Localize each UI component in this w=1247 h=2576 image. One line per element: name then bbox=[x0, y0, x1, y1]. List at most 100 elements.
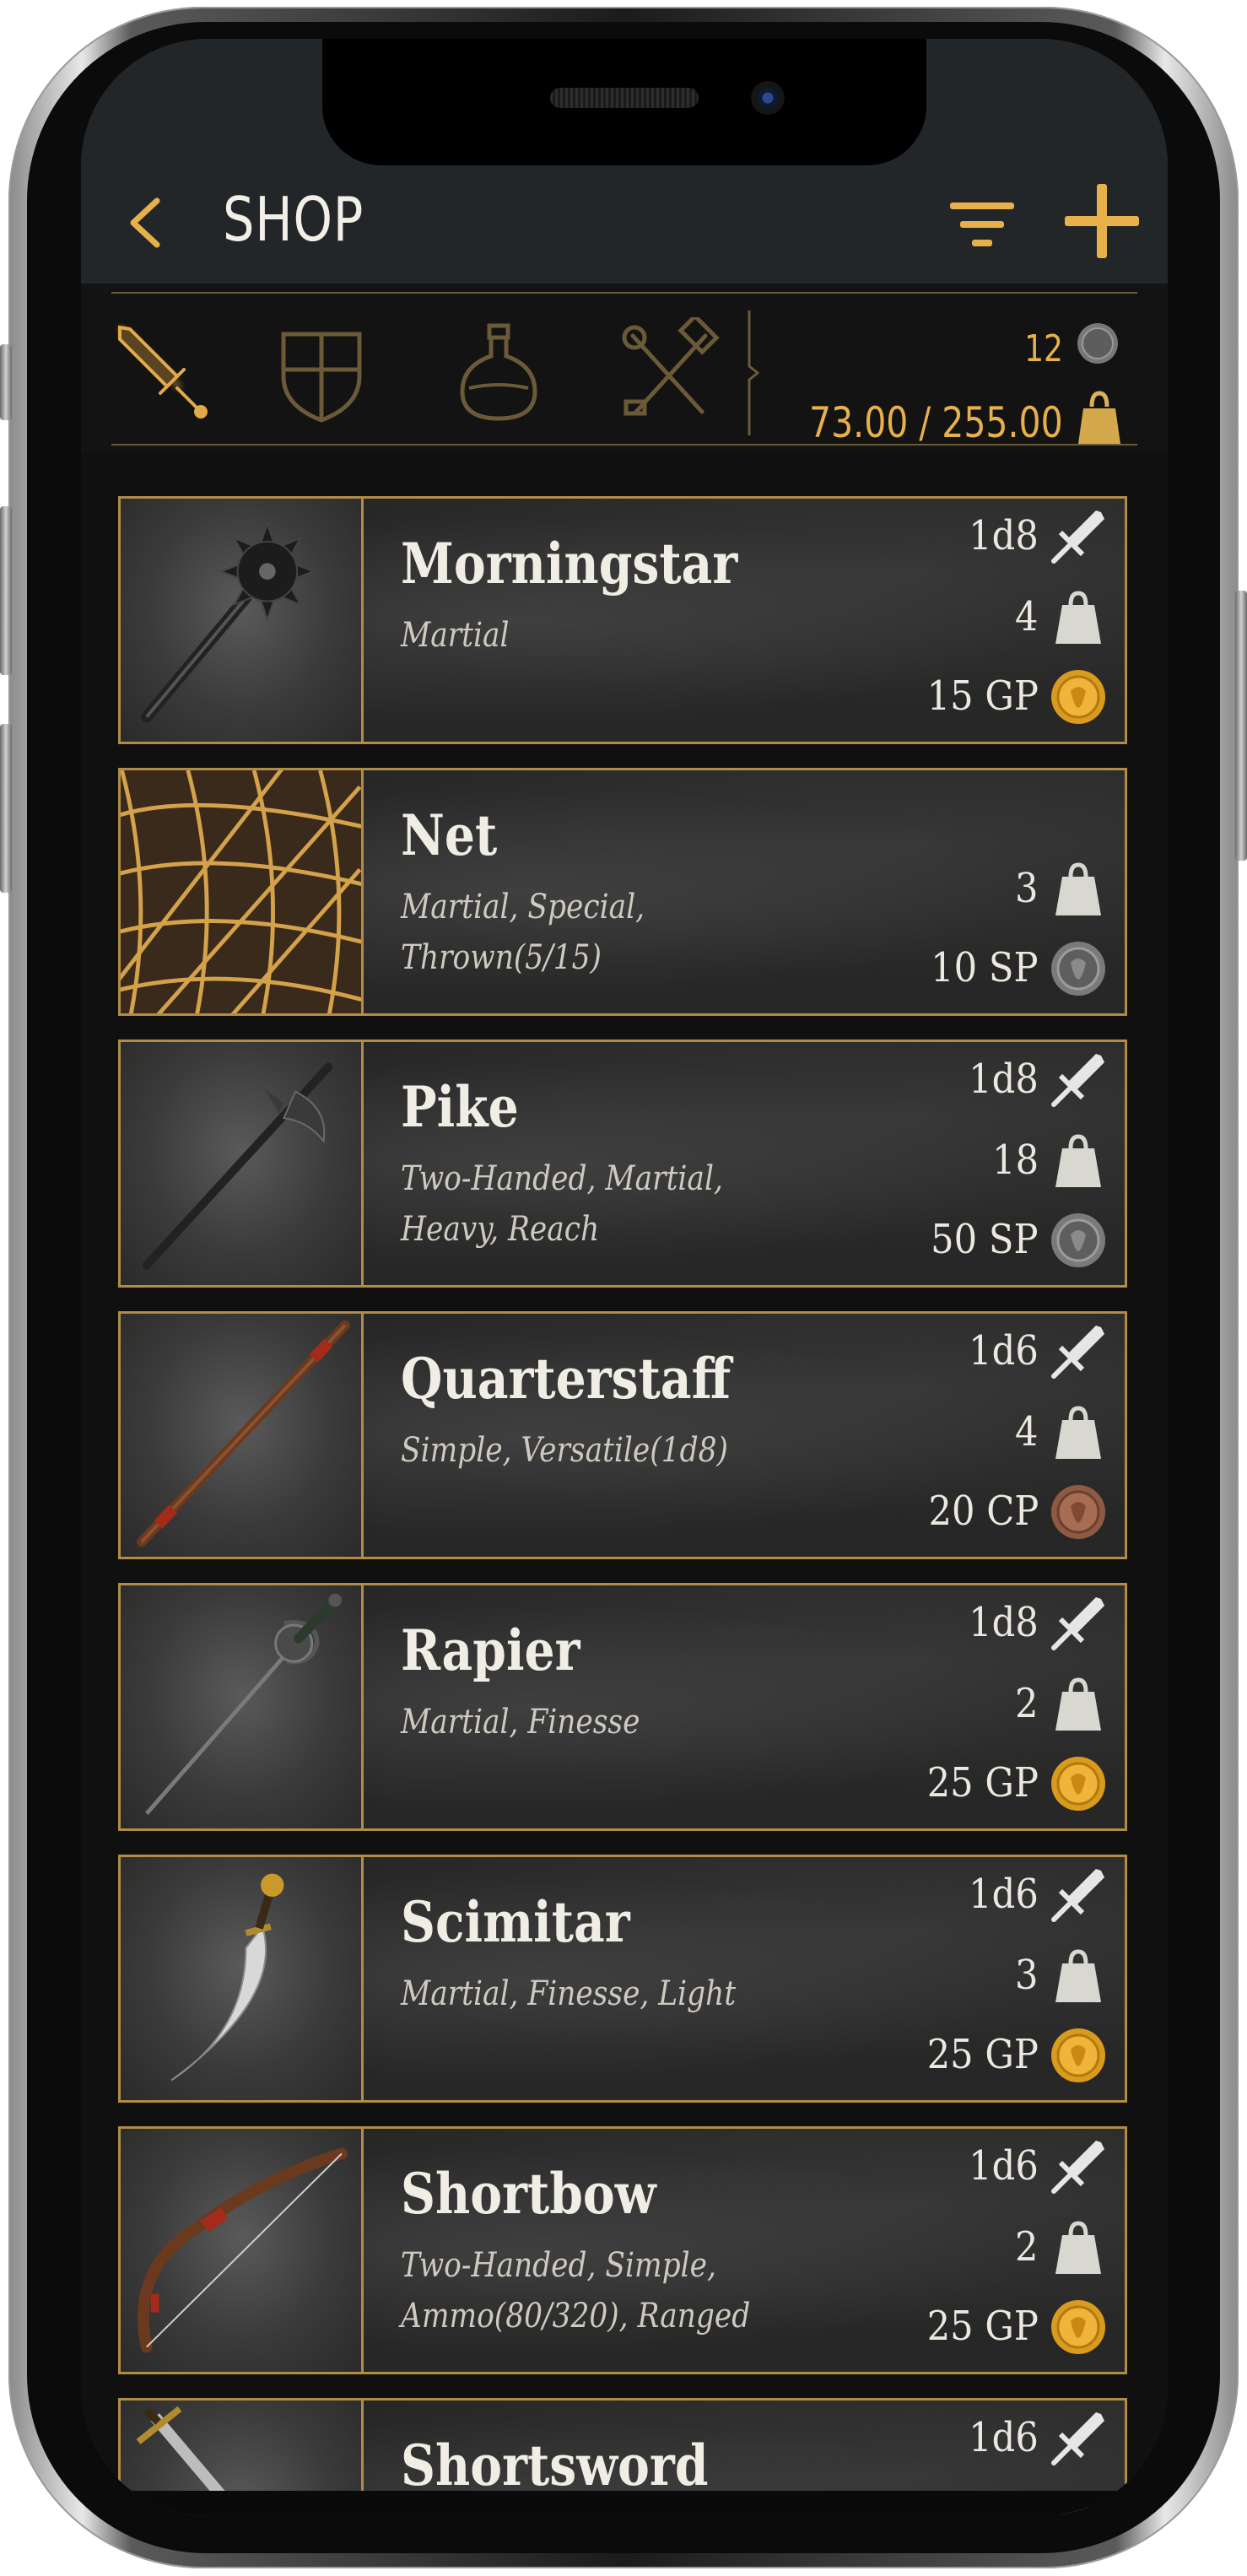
dagger-icon bbox=[1051, 2141, 1104, 2194]
speaker-grille bbox=[550, 88, 699, 108]
item-card-pike[interactable]: Pike Two-Handed, Martial, Heavy, Reach 1… bbox=[118, 1040, 1127, 1288]
cost-stat: 25 GP bbox=[888, 2298, 1108, 2357]
cost-value: 15 GP bbox=[926, 672, 1039, 720]
gold-coin-icon bbox=[1051, 1757, 1105, 1811]
item-name: Morningstar bbox=[401, 531, 738, 597]
item-card-rapier[interactable]: Rapier Martial, Finesse 1d8 2 25 GP bbox=[118, 1583, 1127, 1831]
dagger-icon bbox=[1051, 1054, 1104, 1107]
power-button bbox=[1235, 591, 1247, 861]
weight-icon bbox=[1055, 591, 1101, 644]
dagger-icon bbox=[1051, 1869, 1104, 1922]
coins-value: 12 bbox=[1024, 327, 1063, 370]
damage-value: 1d6 bbox=[969, 2142, 1039, 2190]
cost-stat: 25 GP bbox=[888, 1754, 1108, 1813]
front-camera bbox=[751, 81, 785, 115]
cost-value: 25 GP bbox=[926, 1759, 1039, 1806]
weight-value: 3 bbox=[1015, 1952, 1039, 1999]
gold-coin-icon bbox=[1051, 2300, 1105, 2354]
item-card-scimitar[interactable]: Scimitar Martial, Finesse, Light 1d6 3 2… bbox=[118, 1855, 1127, 2103]
cost-stat: 10 SP bbox=[888, 939, 1108, 998]
weight-value: 18 bbox=[992, 1137, 1039, 1184]
damage-value: 1d6 bbox=[969, 2414, 1039, 2461]
damage-value: 1d6 bbox=[969, 1327, 1039, 1374]
item-card-net[interactable]: Net Martial, Special, Thrown(5/15) 3 10 … bbox=[118, 768, 1127, 1016]
tab-armor[interactable] bbox=[267, 317, 376, 427]
item-thumbnail bbox=[121, 2129, 364, 2372]
item-properties: Martial bbox=[401, 616, 510, 655]
weight-value: 2 bbox=[1015, 2223, 1039, 2271]
divider bbox=[111, 292, 1137, 294]
weight-stat: 3 bbox=[905, 1947, 1108, 2006]
item-thumbnail bbox=[121, 1585, 364, 1828]
weight-stat: 4 bbox=[905, 1403, 1108, 1462]
cost-value: 25 GP bbox=[926, 2031, 1039, 2078]
damage-stat: 1d6 bbox=[905, 1322, 1108, 1381]
cost-stat: 25 GP bbox=[888, 2026, 1108, 2085]
weight-icon bbox=[1055, 1406, 1101, 1459]
item-properties: Two-Handed, Simple, Ammo(80/320), Ranged bbox=[401, 2246, 751, 2336]
pike-image bbox=[142, 1062, 333, 1270]
weight-value: 4 bbox=[1015, 1408, 1039, 1455]
silver-coin-icon bbox=[1077, 323, 1118, 364]
silver-coin-icon bbox=[1051, 942, 1105, 996]
item-name: Scimitar bbox=[401, 1889, 630, 1955]
damage-value: 1d8 bbox=[969, 512, 1039, 559]
morningstar-image bbox=[140, 521, 316, 723]
potion-icon bbox=[460, 323, 537, 421]
item-name: Quarterstaff bbox=[401, 1346, 731, 1412]
bottom-bezel bbox=[81, 2491, 1168, 2516]
weight-icon bbox=[1055, 2221, 1101, 2274]
volume-down-button bbox=[0, 724, 12, 893]
item-card-morningstar[interactable]: Morningstar Martial 1d8 4 15 GP bbox=[118, 496, 1127, 744]
cost-value: 25 GP bbox=[926, 2303, 1039, 2350]
add-icon[interactable] bbox=[1063, 182, 1141, 260]
carry-weight-value: 73.00 / 255.00 bbox=[809, 398, 1063, 447]
shortbow-image bbox=[138, 2147, 348, 2353]
rapier-image bbox=[144, 1593, 343, 1815]
cost-value: 10 SP bbox=[931, 944, 1039, 991]
item-properties: Martial, Special, Thrown(5/15) bbox=[401, 888, 645, 977]
weight-stat: 2 bbox=[905, 1675, 1108, 1734]
gold-coin-icon bbox=[1051, 670, 1105, 724]
tab-weapons[interactable] bbox=[106, 317, 216, 427]
item-properties: Martial, Finesse, Light bbox=[401, 1974, 737, 2013]
weight-value: 2 bbox=[1015, 1680, 1039, 1727]
weight-icon bbox=[1078, 391, 1120, 444]
weight-icon bbox=[1055, 862, 1101, 915]
dagger-icon bbox=[1051, 1597, 1104, 1650]
cost-stat: 20 CP bbox=[888, 1482, 1108, 1542]
weight-icon bbox=[1055, 1134, 1101, 1187]
weight-stat: 18 bbox=[905, 1131, 1108, 1191]
weight-stat: 4 bbox=[905, 588, 1108, 647]
cost-stat: 50 SP bbox=[888, 1211, 1108, 1270]
copper-coin-icon bbox=[1051, 1485, 1105, 1539]
weight-stat: 2 bbox=[905, 2218, 1108, 2277]
item-name: Pike bbox=[401, 1074, 519, 1140]
weight-value: 3 bbox=[1015, 865, 1039, 912]
sword-icon bbox=[118, 325, 208, 419]
cost-value: 20 CP bbox=[928, 1488, 1039, 1535]
item-list: Morningstar Martial 1d8 4 15 GP Net Mart… bbox=[81, 452, 1168, 2516]
damage-value: 1d8 bbox=[969, 1599, 1039, 1646]
tools-icon bbox=[622, 313, 720, 416]
filter-icon[interactable] bbox=[950, 199, 1014, 250]
silent-switch bbox=[0, 344, 12, 420]
item-card-shortbow[interactable]: Shortbow Two-Handed, Simple, Ammo(80/320… bbox=[118, 2126, 1127, 2374]
tab-potions[interactable] bbox=[444, 317, 553, 427]
weight-value: 4 bbox=[1015, 593, 1039, 640]
item-properties: Two-Handed, Martial, Heavy, Reach bbox=[401, 1159, 723, 1249]
item-name: Shortbow bbox=[401, 2161, 656, 2227]
damage-value: 1d8 bbox=[969, 1056, 1039, 1103]
net-image bbox=[121, 770, 361, 1013]
quarterstaff-image bbox=[137, 1320, 350, 1547]
dagger-icon bbox=[1051, 2412, 1104, 2465]
item-thumbnail bbox=[121, 770, 364, 1013]
volume-up-button bbox=[0, 506, 12, 675]
tab-divider bbox=[748, 311, 759, 435]
item-card-quarterstaff[interactable]: Quarterstaff Simple, Versatile(1d8) 1d6 … bbox=[118, 1311, 1127, 1559]
tab-tools[interactable] bbox=[614, 313, 724, 427]
cost-value: 50 SP bbox=[931, 1216, 1039, 1263]
app-screen: SHOP 12 73.00 / 255.00 Morningstar Marti… bbox=[81, 39, 1168, 2516]
back-chevron-icon[interactable] bbox=[125, 196, 165, 250]
shield-icon bbox=[281, 332, 362, 423]
